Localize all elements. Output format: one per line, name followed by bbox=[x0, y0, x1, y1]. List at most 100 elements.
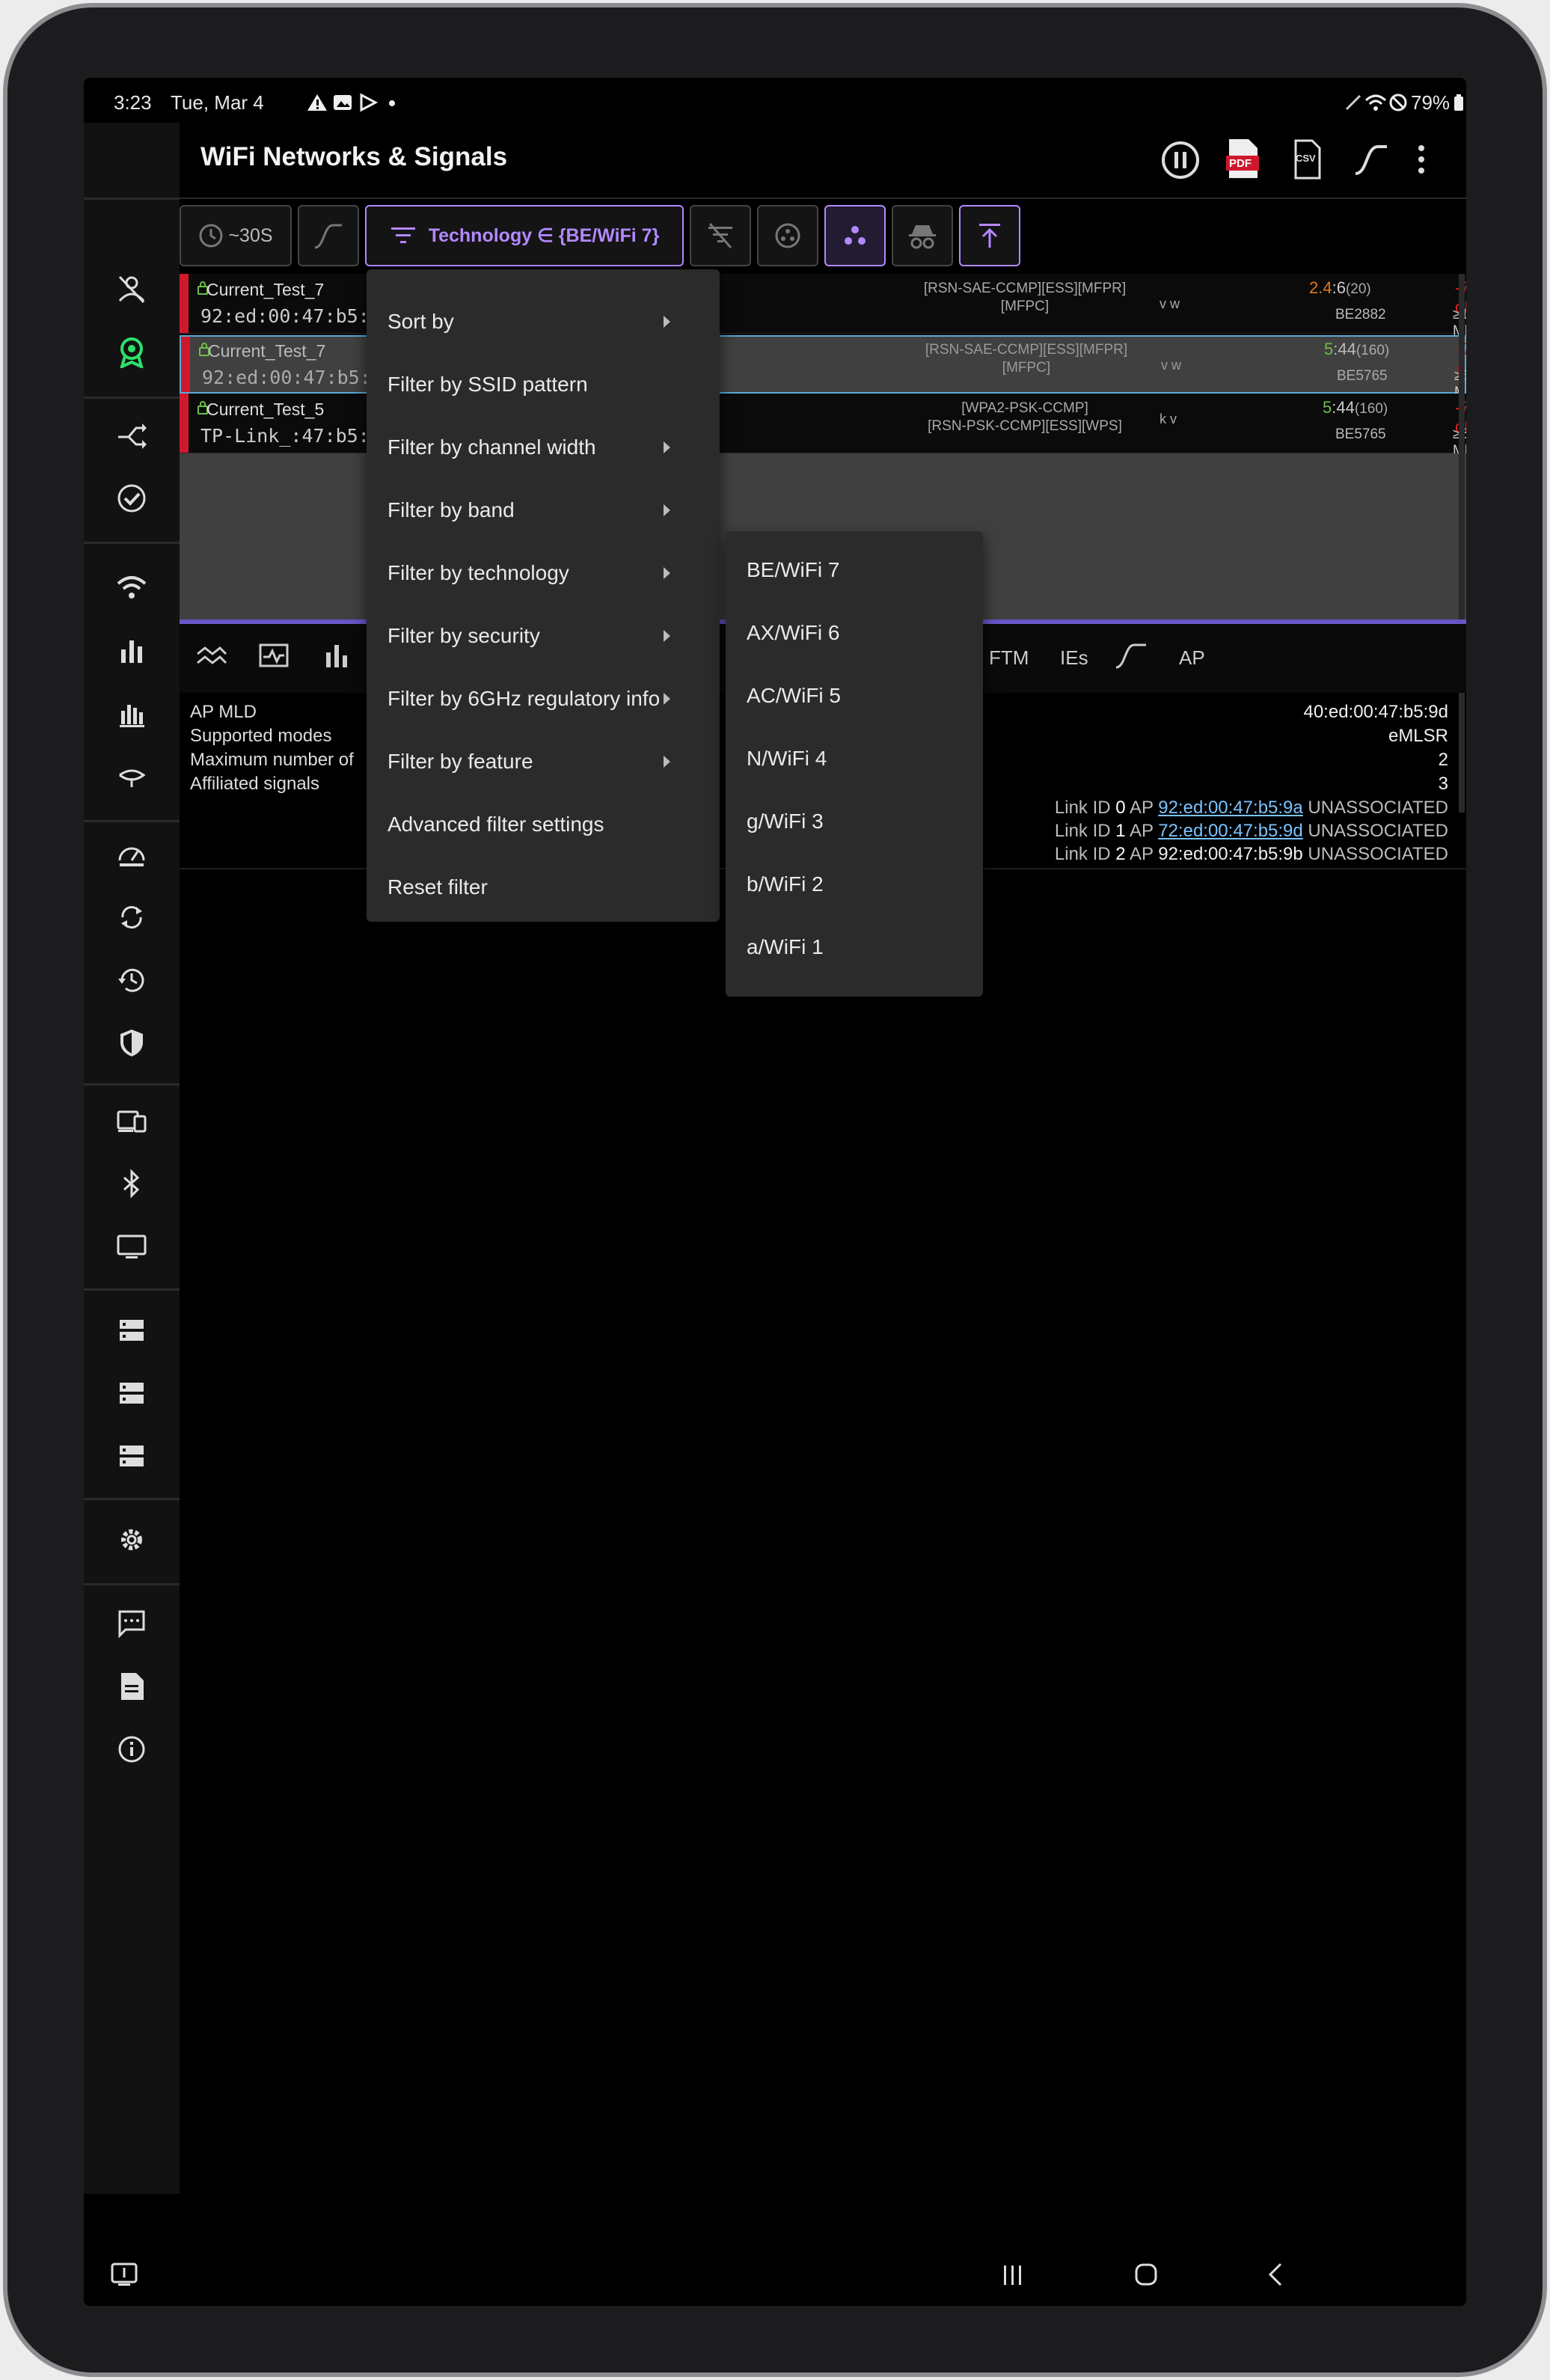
link-state: UNASSOCIATED bbox=[1302, 844, 1448, 864]
sidebar-item-settings[interactable] bbox=[108, 1516, 156, 1564]
submenu-item-wifi5[interactable]: AC/WiFi 5 bbox=[747, 664, 841, 727]
pause-button[interactable] bbox=[1160, 139, 1201, 181]
sidebar-item-storage-3[interactable] bbox=[108, 1432, 156, 1480]
menu-item-label: Filter by SSID pattern bbox=[388, 373, 588, 396]
sidebar-item-bluetooth[interactable] bbox=[108, 1160, 156, 1208]
overflow-menu-icon[interactable] bbox=[1414, 141, 1429, 178]
gear-icon bbox=[121, 1529, 142, 1550]
sidebar-divider bbox=[84, 1083, 180, 1086]
storage-icon bbox=[120, 1383, 144, 1404]
scan-interval-button[interactable]: ~30S bbox=[180, 205, 292, 266]
sidebar-item-bar-chart[interactable] bbox=[108, 627, 156, 675]
detail-label-supported-modes: Supported modes bbox=[190, 726, 332, 746]
play-store-icon bbox=[360, 93, 379, 112]
submenu-arrow-icon bbox=[664, 756, 670, 768]
cluster-view-button[interactable] bbox=[824, 205, 886, 266]
clear-filter-button[interactable] bbox=[690, 205, 751, 266]
bluetooth-icon bbox=[123, 1169, 140, 1199]
submenu-item-wifi1[interactable]: a/WiFi 1 bbox=[747, 916, 824, 979]
detail-label-ap-mld: AP MLD bbox=[190, 702, 257, 722]
sidebar-item-sync[interactable] bbox=[108, 893, 156, 941]
battery-percent: 79% bbox=[1411, 91, 1451, 114]
sidebar-item-devices[interactable] bbox=[108, 1097, 156, 1145]
submenu-item-wifi3[interactable]: g/WiFi 3 bbox=[747, 790, 824, 853]
security-line: [WPA2-PSK-CCMP] bbox=[961, 400, 1088, 416]
menu-item-label: Filter by 6GHz regulatory info bbox=[388, 687, 661, 710]
network-channel: 2.4:6(20) bbox=[1309, 278, 1371, 297]
histogram-icon bbox=[120, 705, 144, 727]
incognito-button[interactable] bbox=[892, 205, 953, 266]
sidebar-item-info[interactable] bbox=[108, 1725, 156, 1773]
sidebar-item-no-location[interactable] bbox=[108, 265, 156, 313]
affiliated-links-list: Link ID 0 AP 92:ed:00:47:b5:9a UNASSOCIA… bbox=[1055, 796, 1448, 866]
back-icon[interactable] bbox=[1261, 2260, 1291, 2289]
screen-cast-icon[interactable] bbox=[109, 2260, 139, 2289]
storage-icon bbox=[120, 1446, 144, 1466]
sidebar-item-antenna[interactable] bbox=[108, 753, 156, 801]
recent-apps-icon[interactable] bbox=[998, 2261, 1028, 2288]
home-icon[interactable] bbox=[1131, 2260, 1161, 2289]
link-state: UNASSOCIATED bbox=[1302, 798, 1448, 818]
sidebar-item-routes[interactable] bbox=[108, 412, 156, 459]
menu-item-filter-channel-width[interactable]: Filter by channel width bbox=[388, 416, 699, 479]
menu-item-label: Filter by technology bbox=[388, 561, 569, 584]
sidebar-item-document[interactable] bbox=[108, 1662, 156, 1710]
link-mac[interactable]: 92:ed:00:47:b5:9a bbox=[1158, 798, 1303, 818]
signal-curve-tab-icon[interactable] bbox=[1113, 640, 1149, 670]
detail-labels: AP MLD Supported modes Maximum number of… bbox=[190, 700, 354, 796]
sidebar-item-feedback[interactable] bbox=[108, 1600, 156, 1648]
no-location-icon bbox=[118, 275, 145, 304]
submenu-arrow-icon bbox=[664, 567, 670, 579]
bar-chart-tab-icon[interactable] bbox=[320, 640, 353, 670]
export-pdf-button[interactable]: PDF bbox=[1226, 138, 1259, 180]
link-id: 1 bbox=[1115, 821, 1126, 841]
filter-off-icon bbox=[708, 223, 732, 248]
menu-item-sort-by[interactable]: Sort by bbox=[388, 290, 699, 353]
submenu-item-wifi4[interactable]: N/WiFi 4 bbox=[747, 727, 827, 790]
menu-item-filter-band[interactable]: Filter by band bbox=[388, 479, 699, 542]
sidebar-item-security[interactable] bbox=[108, 1019, 156, 1067]
technology-filter-chip[interactable]: Technology ∈ {BE/WiFi 7} bbox=[365, 205, 684, 266]
menu-item-reset-filter[interactable]: Reset filter bbox=[388, 856, 699, 919]
monitor-heart-tab-icon[interactable] bbox=[257, 640, 290, 670]
sidebar-item-wifi[interactable] bbox=[108, 564, 156, 612]
signal-curve-icon bbox=[314, 224, 342, 249]
grouping-toggle-button[interactable] bbox=[757, 205, 818, 266]
menu-item-filter-ssid[interactable]: Filter by SSID pattern bbox=[388, 353, 699, 416]
menu-item-advanced-filter[interactable]: Advanced filter settings bbox=[388, 793, 699, 856]
network-model: BE5765 bbox=[1335, 426, 1386, 442]
sidebar-item-speedtest[interactable] bbox=[108, 830, 156, 878]
signal-curve-button[interactable] bbox=[1353, 141, 1390, 178]
status-date: Tue, Mar 4 bbox=[171, 91, 264, 114]
submenu-item-wifi6[interactable]: AX/WiFi 6 bbox=[747, 602, 839, 664]
menu-item-filter-6ghz[interactable]: Filter by 6GHz regulatory info bbox=[388, 667, 699, 730]
tab-ies[interactable]: IEs bbox=[1060, 646, 1088, 670]
tab-ftm[interactable]: FTM bbox=[989, 646, 1029, 670]
submenu-item-wifi7[interactable]: BE/WiFi 7 bbox=[747, 539, 839, 602]
signal-strength-indicator bbox=[180, 274, 189, 333]
menu-item-filter-security[interactable]: Filter by security bbox=[388, 605, 699, 667]
signal-graph-button[interactable] bbox=[298, 205, 359, 266]
link-ap-label: AP bbox=[1125, 821, 1159, 841]
sidebar-item-display[interactable] bbox=[108, 1223, 156, 1270]
tab-ap[interactable]: AP bbox=[1179, 646, 1205, 670]
export-csv-button[interactable]: CSV bbox=[1291, 139, 1324, 180]
submenu-item-wifi2[interactable]: b/WiFi 2 bbox=[747, 853, 824, 916]
sidebar-item-histogram[interactable] bbox=[108, 690, 156, 738]
menu-item-filter-feature[interactable]: Filter by feature bbox=[388, 730, 699, 793]
link-mac[interactable]: 72:ed:00:47:b5:9d bbox=[1158, 821, 1303, 841]
channel-width: (20) bbox=[1345, 281, 1371, 297]
band-label: 5 bbox=[1324, 340, 1334, 358]
security-line: [RSN-SAE-CCMP][ESS][MFPR] bbox=[923, 281, 1127, 296]
waveform-tab-icon[interactable] bbox=[194, 640, 227, 670]
list-scrollbar[interactable] bbox=[1459, 274, 1465, 813]
network-ssid: Current_Test_7 bbox=[208, 341, 326, 361]
sidebar-item-history[interactable] bbox=[108, 956, 156, 1004]
sidebar-item-storage-2[interactable] bbox=[108, 1369, 156, 1417]
sidebar-item-check[interactable] bbox=[108, 474, 156, 522]
sidebar-item-badge[interactable] bbox=[108, 328, 156, 376]
sidebar-divider bbox=[84, 820, 180, 822]
sidebar-item-storage-1[interactable] bbox=[108, 1306, 156, 1354]
menu-item-filter-technology[interactable]: Filter by technology bbox=[388, 542, 699, 605]
scroll-to-top-button[interactable] bbox=[959, 205, 1020, 266]
